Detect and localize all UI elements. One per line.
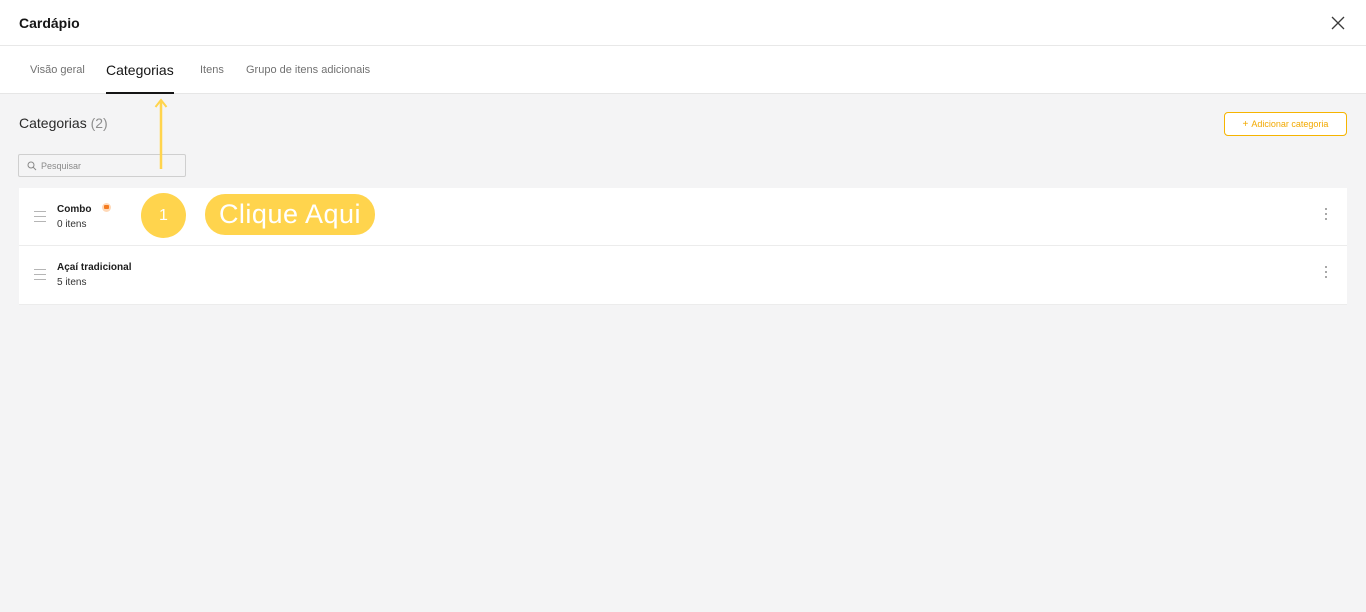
category-item-count: 0 itens [57,219,87,230]
drag-handle-icon[interactable] [34,211,46,222]
arrow-up-icon [154,98,168,169]
search-icon [27,161,37,171]
section-count: (2) [90,115,108,131]
tab-visao-geral[interactable]: Visão geral [30,46,85,94]
drag-handle-icon[interactable] [34,269,46,280]
category-item-count: 5 itens [57,277,87,288]
more-options-icon[interactable] [1322,208,1330,224]
close-icon[interactable] [1328,13,1348,33]
tab-itens[interactable]: Itens [200,46,224,94]
add-category-label: Adicionar categoria [1251,119,1329,129]
category-row-acai-tradicional[interactable]: Açaí tradicional 5 itens [19,246,1347,305]
tab-grupo-itens-adicionais[interactable]: Grupo de itens adicionais [246,46,370,94]
click-here-hint: Clique Aqui [205,194,375,235]
top-bar: Cardápio [0,0,1366,46]
tab-bar: Visão geral Categorias Itens Grupo de it… [0,46,1366,94]
section-title-label: Categorias [19,115,87,131]
add-category-button[interactable]: + Adicionar categoria [1224,112,1347,136]
category-name: Combo [57,204,92,215]
more-options-icon[interactable] [1322,266,1330,282]
page-title: Cardápio [19,15,80,31]
tag-icon [102,203,111,212]
category-name: Açaí tradicional [57,262,132,273]
plus-icon: + [1242,119,1249,130]
section-title: Categorias (2) [19,115,108,131]
tab-categorias[interactable]: Categorias [106,46,174,94]
step-number-badge: 1 [141,193,186,238]
